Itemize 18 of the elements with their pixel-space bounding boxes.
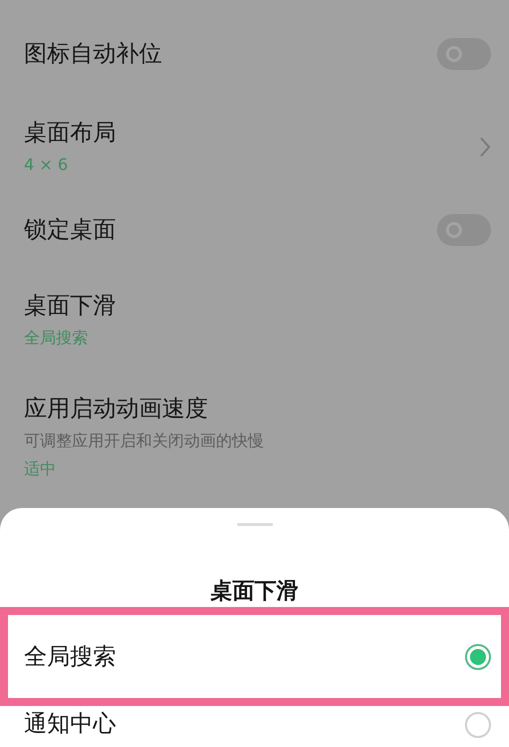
option-label: 通知中心 [24, 710, 117, 738]
radio-button[interactable] [465, 712, 491, 738]
setting-title: 图标自动补位 [24, 40, 163, 69]
setting-title: 桌面布局 [24, 119, 117, 148]
setting-value: 适中 [24, 458, 57, 480]
setting-description: 可调整应用开启和关闭动画的快慢 [24, 430, 265, 452]
setting-title: 应用启动动画速度 [24, 395, 209, 424]
drag-handle[interactable] [236, 523, 272, 526]
radio-button[interactable] [465, 644, 491, 670]
option-label: 全局搜索 [24, 642, 117, 670]
chevron-right-icon [479, 136, 491, 158]
option-row[interactable]: 全局搜索 [0, 607, 509, 706]
option-row[interactable]: 通知中心 [0, 706, 509, 740]
setting-title: 桌面下滑 [24, 292, 117, 321]
setting-title: 锁定桌面 [24, 216, 117, 245]
setting-value: 4 × 6 [24, 154, 69, 176]
setting-value: 全局搜索 [24, 327, 89, 349]
sheet-title: 桌面下滑 [210, 578, 298, 606]
